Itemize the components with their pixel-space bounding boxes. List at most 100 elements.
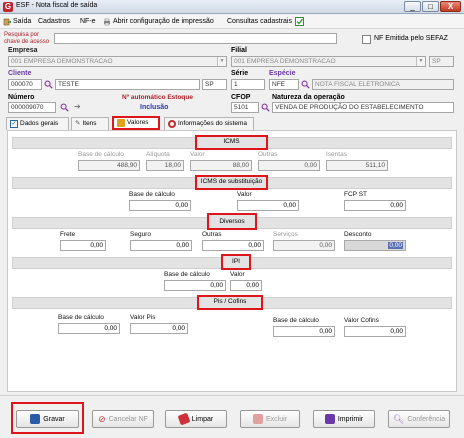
search-icon[interactable] bbox=[44, 80, 53, 89]
save-disk-icon bbox=[30, 414, 41, 424]
arrow-right-icon[interactable]: ➜ bbox=[74, 102, 81, 111]
icms-st-valor-field[interactable]: 0,00 bbox=[237, 200, 299, 211]
icms-base-field[interactable]: 488,90 bbox=[78, 160, 140, 171]
icms-valor-field[interactable]: 88,00 bbox=[190, 160, 252, 171]
diversos-title-text: Diversos bbox=[219, 218, 245, 225]
empresa-select[interactable]: 001 EMPRESA DEMONSTRACAO ▼ bbox=[8, 56, 227, 67]
cofins-valor-field[interactable]: 0,00 bbox=[344, 326, 406, 337]
menu-consultas[interactable]: Consultas cadastrais bbox=[227, 16, 292, 28]
diversos-frete-label: Frete bbox=[60, 231, 76, 238]
nf-sefaz-checkbox[interactable] bbox=[362, 35, 371, 44]
menu-nfe[interactable]: NF-e bbox=[80, 16, 96, 28]
filial-uf-field: SP bbox=[429, 56, 454, 67]
pis-base-field[interactable]: 0,00 bbox=[58, 323, 120, 334]
tab-itens[interactable]: ✎ Itens bbox=[71, 117, 109, 130]
diversos-section-title: Diversos bbox=[207, 213, 257, 230]
pis-valor-field[interactable]: 0,00 bbox=[130, 323, 188, 334]
search-icon[interactable] bbox=[60, 103, 69, 112]
natureza-label: Natureza da operação bbox=[272, 94, 345, 101]
icms-base-label: Base de cálculo bbox=[78, 151, 124, 158]
cliente-code-input[interactable]: 000070 bbox=[8, 79, 42, 90]
cofins-base-field[interactable]: 0,00 bbox=[273, 326, 335, 337]
numero-label: Número bbox=[8, 94, 35, 101]
diversos-seguro-field[interactable]: 0,00 bbox=[130, 240, 192, 251]
tab-valores[interactable]: Valores bbox=[112, 116, 160, 130]
imprimir-button[interactable]: Imprimir bbox=[313, 410, 375, 428]
conferencia-button[interactable]: 🔍︎ Conferência bbox=[388, 410, 450, 428]
cofins-valor-label: Valor Cofins bbox=[344, 317, 379, 324]
especie-label: Espécie bbox=[269, 70, 296, 77]
cliente-uf-field: SP bbox=[202, 79, 227, 90]
cliente-name-input[interactable]: TESTE bbox=[55, 79, 200, 90]
icms-st-base-label: Base de cálculo bbox=[129, 191, 175, 198]
numero-input[interactable]: 000009070 bbox=[8, 102, 56, 113]
cancel-icon: ⊘ bbox=[98, 413, 106, 424]
cancelar-nf-button[interactable]: ⊘ Cancelar NF bbox=[92, 410, 154, 428]
tab-itens-label: Itens bbox=[82, 120, 97, 127]
printer-icon bbox=[324, 414, 335, 424]
ipi-section-title: IPI bbox=[221, 254, 251, 270]
info-icon bbox=[168, 120, 176, 128]
ipi-base-field[interactable]: 0,00 bbox=[164, 280, 226, 291]
serie-label: Série bbox=[231, 70, 249, 77]
tab-valores-label: Valores bbox=[127, 119, 149, 126]
excluir-button[interactable]: Excluir bbox=[240, 410, 300, 428]
diversos-servicos-field[interactable]: 0,00 bbox=[273, 240, 335, 251]
pencil-icon: ✎ bbox=[75, 120, 81, 127]
diversos-desconto-field[interactable]: 0,00 bbox=[344, 240, 406, 251]
menu-nfe-label: NF-e bbox=[80, 18, 96, 25]
icms-title-text: ICMS bbox=[223, 138, 240, 145]
estoque-status: Inclusão bbox=[140, 104, 169, 111]
minimize-button[interactable]: _ bbox=[404, 1, 421, 12]
menu-cadastros[interactable]: Cadastros bbox=[38, 16, 70, 28]
icms-section-title: ICMS bbox=[195, 135, 268, 150]
icms-aliquota-label: Alíquota bbox=[146, 151, 170, 158]
menu-abrir-config[interactable]: Abrir configuração de impressão bbox=[103, 16, 214, 28]
chevron-down-icon: ▼ bbox=[217, 57, 226, 66]
cliente-label: Cliente bbox=[8, 70, 32, 77]
access-key-input[interactable] bbox=[54, 33, 337, 44]
diversos-servicos-label: Serviços bbox=[273, 231, 298, 238]
magnifier-icon: 🔍︎ bbox=[392, 413, 405, 424]
menu-saida[interactable]: Saída bbox=[3, 16, 31, 28]
menu-bar: Saída Cadastros NF-e Abrir configuração … bbox=[0, 15, 464, 29]
icms-st-fcp-label: FCP ST bbox=[344, 191, 367, 198]
exit-door-icon bbox=[3, 18, 11, 26]
title-bar: G ESF - Nota fiscal de saída _ □ X bbox=[0, 0, 464, 14]
tab-informacoes-sistema[interactable]: Informações do sistema bbox=[164, 117, 254, 130]
imprimir-label: Imprimir bbox=[337, 415, 364, 423]
search-icon[interactable] bbox=[261, 103, 270, 112]
menu-saida-label: Saída bbox=[13, 18, 32, 25]
diversos-desconto-label: Desconto bbox=[344, 231, 372, 238]
diversos-frete-field[interactable]: 0,00 bbox=[60, 240, 106, 251]
ipi-valor-field[interactable]: 0,00 bbox=[230, 280, 262, 291]
empresa-value: 001 EMPRESA DEMONSTRACAO bbox=[11, 58, 113, 65]
ipi-valor-label: Valor bbox=[230, 271, 245, 278]
close-button[interactable]: X bbox=[440, 1, 461, 12]
icms-outras-field[interactable]: 0,00 bbox=[258, 160, 320, 171]
icms-isentas-field[interactable]: 511,10 bbox=[326, 160, 388, 171]
limpar-button[interactable]: Limpar bbox=[165, 410, 227, 428]
pis-valor-label: Valor Pis bbox=[130, 314, 156, 321]
icms-st-base-field[interactable]: 0,00 bbox=[129, 200, 191, 211]
diversos-outras-field[interactable]: 0,00 bbox=[202, 240, 264, 251]
icms-aliquota-field[interactable]: 18,00 bbox=[146, 160, 184, 171]
gravar-button[interactable]: Gravar bbox=[16, 410, 79, 428]
search-icon[interactable] bbox=[301, 80, 310, 89]
filial-select[interactable]: 001 EMPRESA DEMONSTRACAO ▼ bbox=[231, 56, 426, 67]
natureza-input[interactable]: VENDA DE PRODUÇÃO DO ESTABELECIMENTO bbox=[272, 102, 454, 113]
pis-cofins-section-title: Pis / Cofins bbox=[197, 295, 263, 310]
icms-valor-label: Valor bbox=[190, 151, 205, 158]
serie-input[interactable]: 1 bbox=[231, 79, 265, 90]
maximize-button[interactable]: □ bbox=[422, 1, 439, 12]
green-check-icon[interactable] bbox=[295, 17, 304, 26]
menu-cadastros-label: Cadastros bbox=[38, 18, 70, 25]
especie-code-input[interactable]: NFE bbox=[269, 79, 299, 90]
chevron-down-icon: ▼ bbox=[416, 57, 425, 66]
tab-dados-gerais[interactable]: ✓ Dados gerais bbox=[6, 117, 69, 130]
tab-dados-gerais-label: Dados gerais bbox=[20, 120, 59, 127]
icms-st-fcp-field[interactable]: 0,00 bbox=[344, 200, 406, 211]
limpar-label: Limpar bbox=[191, 415, 214, 423]
menu-abrir-config-label: Abrir configuração de impressão bbox=[113, 18, 214, 25]
cfop-input[interactable]: 5101 bbox=[231, 102, 259, 113]
